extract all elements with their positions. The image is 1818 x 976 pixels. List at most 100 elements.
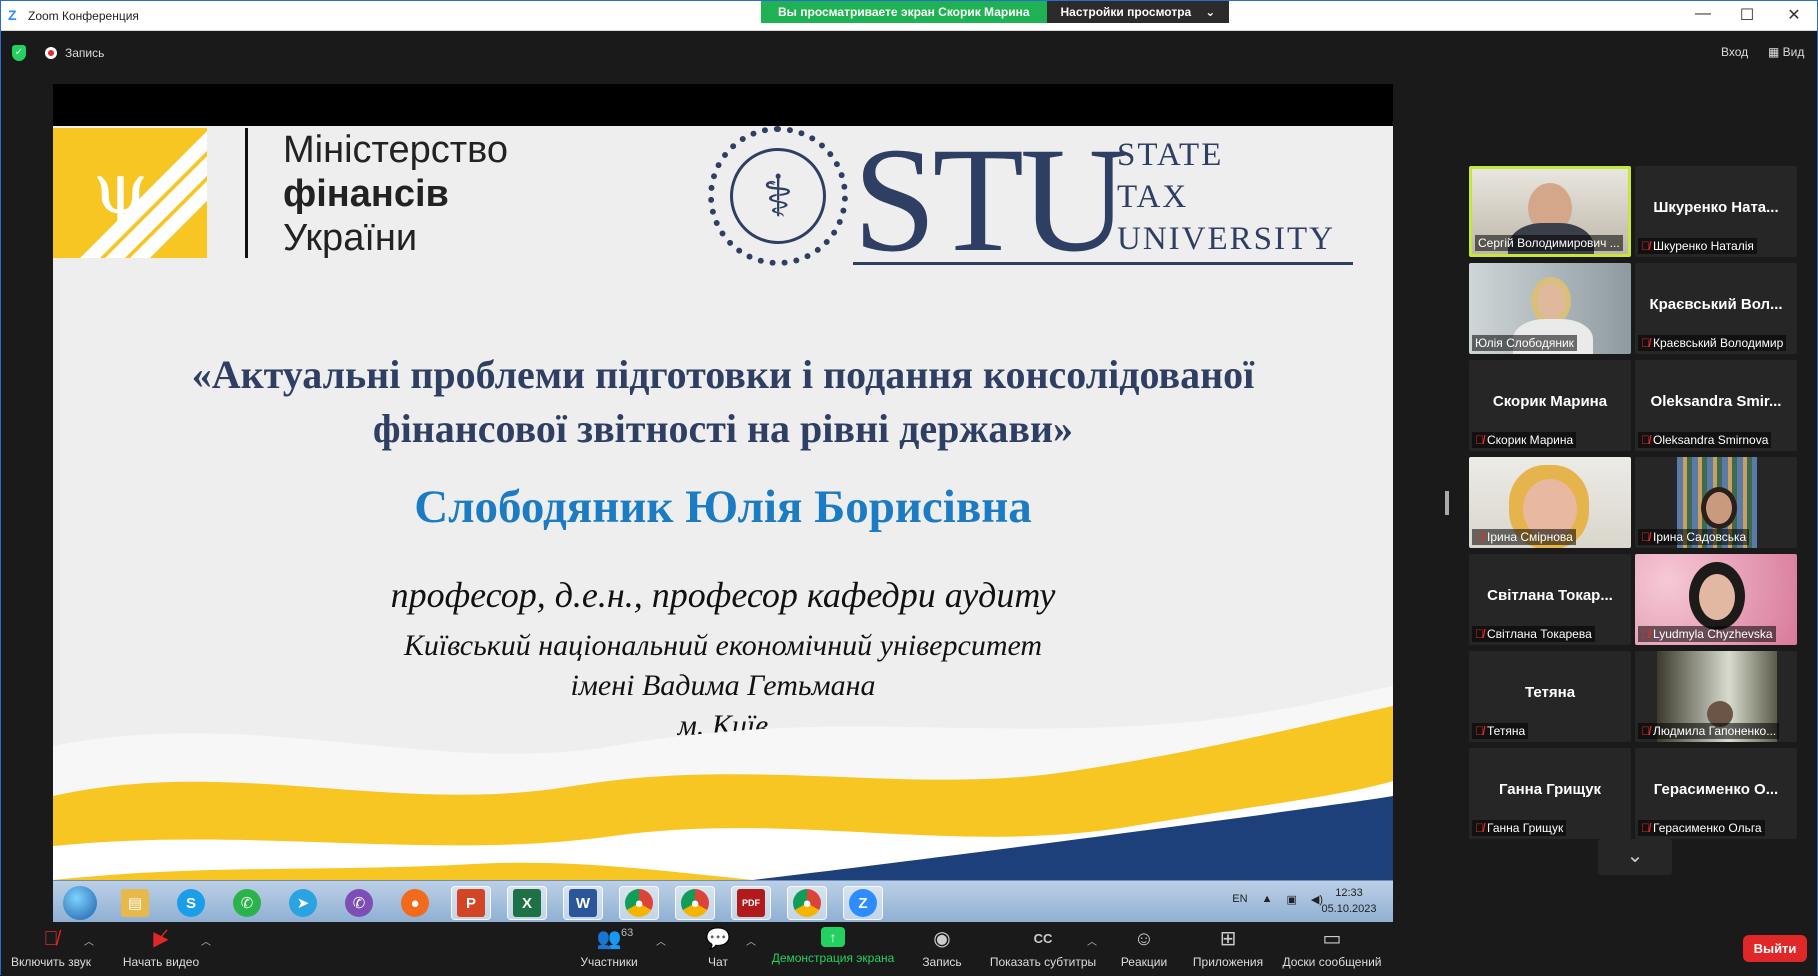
viber-icon: ✆ bbox=[339, 886, 379, 920]
participant-name: Юлія Слободяник bbox=[1472, 335, 1577, 351]
apps-icon: ⊞ bbox=[1219, 928, 1237, 950]
ukraine-emblem-logo: ψ bbox=[53, 128, 207, 258]
participant-label: 🎙̸ Людмила Гапоненко... bbox=[1638, 723, 1780, 739]
reactions-button[interactable]: ☺ Реакции bbox=[1115, 927, 1173, 969]
start-video-label: Начать видео bbox=[122, 955, 200, 969]
view-button[interactable]: ▦ Вид bbox=[1768, 45, 1804, 59]
participant-tile[interactable]: 🎙̸ Lyudmyla Chyzhevska bbox=[1635, 554, 1797, 645]
trident-icon: ψ bbox=[93, 148, 148, 230]
meeting-toolbar: 🎙̸ Включить звук ︿ ▶̸ Начать видео ︿ 👥 6… bbox=[1, 923, 1817, 976]
excel-icon: X bbox=[507, 886, 547, 920]
participant-display-name: Краєвський Вол... bbox=[1649, 296, 1783, 313]
viewing-share-label: Вы просматриваете экран Скорик Марина bbox=[761, 1, 1047, 23]
participant-name: Ірина Садовська bbox=[1653, 530, 1747, 544]
shared-screen: ψ Міністерство фінансів України ⚕ STU ST… bbox=[53, 84, 1393, 922]
participant-name: Скорик Марина bbox=[1487, 433, 1574, 447]
participant-tile[interactable]: Шкуренко Ната... 🎙̸ Шкуренко Наталія bbox=[1635, 166, 1797, 257]
participants-button[interactable]: 👥 63 Участники bbox=[571, 927, 647, 969]
participant-name: Ганна Грищук bbox=[1487, 821, 1564, 835]
stu-word-state: STATE bbox=[1117, 137, 1224, 173]
zoom-logo-icon: Z bbox=[8, 7, 17, 23]
mic-off-icon: 🎙̸ bbox=[1475, 433, 1484, 447]
speaker-position: професор, д.е.н., професор кафедри аудит… bbox=[390, 575, 1056, 615]
participant-tile[interactable]: Краєвський Вол... 🎙̸ Краєвський Володимир bbox=[1635, 263, 1797, 354]
shared-taskbar: ▤ S ✆ ➤ ✆ ● P X W ● ● PDF ● Z EN ▲ ▣ ◀) … bbox=[53, 880, 1393, 922]
captions-caret-icon[interactable]: ︿ bbox=[1087, 933, 1097, 948]
decorative-waves bbox=[53, 686, 1393, 880]
unmute-button[interactable]: 🎙̸ Включить звук bbox=[9, 927, 93, 969]
view-label: Вид bbox=[1782, 45, 1805, 59]
participant-display-name: Скорик Марина bbox=[1492, 393, 1608, 410]
participant-tile[interactable]: Сергій Володимирович ... bbox=[1469, 166, 1631, 257]
chat-button[interactable]: 💬 Чат bbox=[695, 927, 741, 969]
close-button[interactable]: ✕ bbox=[1784, 5, 1804, 25]
stu-words: STATE TAX UNIVERSITY bbox=[1117, 134, 1335, 260]
audio-options-caret-icon[interactable]: ︿ bbox=[84, 933, 94, 948]
presentation-slide: ψ Міністерство фінансів України ⚕ STU ST… bbox=[53, 126, 1393, 880]
skype-icon: S bbox=[171, 886, 211, 920]
mic-off-icon: 🎙̸ bbox=[1641, 821, 1650, 835]
participant-tile[interactable]: Юлія Слободяник bbox=[1469, 263, 1631, 354]
meeting-top-bar: ✓ Запись Вход ▦ Вид bbox=[1, 31, 1817, 75]
minimize-button[interactable]: — bbox=[1693, 5, 1713, 23]
chevron-down-icon: ⌄ bbox=[1626, 845, 1644, 867]
view-settings-button[interactable]: Настройки просмотра ⌄ bbox=[1046, 1, 1230, 23]
participant-label: 🎙̸ Скорик Марина bbox=[1472, 432, 1577, 448]
chrome-icon: ● bbox=[619, 886, 659, 920]
participant-display-name: Тетяна bbox=[1524, 684, 1576, 701]
video-options-caret-icon[interactable]: ︿ bbox=[201, 933, 211, 948]
participant-display-name: Шкуренко Ната... bbox=[1653, 199, 1779, 216]
participant-tile[interactable]: Герасименко О... 🎙̸ Герасименко Ольга bbox=[1635, 748, 1797, 839]
recording-label[interactable]: Запись bbox=[65, 46, 104, 60]
chrome-profile-icon: ● bbox=[675, 886, 715, 920]
participant-tile[interactable]: Скорик Марина 🎙̸ Скорик Марина bbox=[1469, 360, 1631, 451]
chat-caret-icon[interactable]: ︿ bbox=[746, 933, 756, 948]
mic-off-icon: 🎙̸ bbox=[1475, 627, 1484, 641]
explorer-icon: ▤ bbox=[115, 886, 155, 920]
mic-off-icon: 🎙̸ bbox=[1641, 724, 1650, 738]
splitter-handle[interactable] bbox=[1445, 491, 1449, 515]
leave-button[interactable]: Выйти bbox=[1743, 935, 1807, 962]
mic-off-icon: 🎙̸ bbox=[1641, 627, 1650, 641]
whiteboards-button[interactable]: ▭ Доски сообщений bbox=[1281, 927, 1383, 969]
start-video-button[interactable]: ▶̸ Начать видео bbox=[119, 927, 203, 969]
whatsapp-icon: ✆ bbox=[227, 886, 267, 920]
slide-title-line-2: фінансової звітності на рівні держави» bbox=[372, 406, 1074, 451]
stu-word-university: UNIVERSITY bbox=[1117, 221, 1335, 257]
record-button[interactable]: ◉ Запись bbox=[913, 927, 971, 969]
reactions-icon: ☺ bbox=[1133, 928, 1155, 950]
participant-tile[interactable]: Тетяна 🎙̸ Тетяна bbox=[1469, 651, 1631, 742]
participant-label: 🎙̸ Світлана Токарева bbox=[1472, 626, 1595, 642]
participant-tile[interactable]: 🎙̸ Ірина Садовська bbox=[1635, 457, 1797, 548]
reactions-label: Реакции bbox=[1120, 955, 1168, 969]
chat-icon: 💬 bbox=[705, 928, 731, 950]
participant-tile[interactable]: Світлана Токар... 🎙̸ Світлана Токарева bbox=[1469, 554, 1631, 645]
participant-label: 🎙̸ Ірина Смірнова bbox=[1472, 529, 1576, 545]
security-shield-icon[interactable]: ✓ bbox=[12, 45, 26, 61]
mic-off-icon: 🎙̸ bbox=[1641, 530, 1650, 544]
zoom-window: Z Zoom Конференция Вы просматриваете экр… bbox=[0, 0, 1818, 976]
share-screen-icon: ↑ bbox=[821, 927, 845, 947]
maximize-button[interactable]: ☐ bbox=[1737, 5, 1757, 25]
captions-button[interactable]: CC Показать субтитры bbox=[987, 927, 1099, 969]
participant-tile[interactable]: 🎙̸ Ірина Смірнова bbox=[1469, 457, 1631, 548]
title-bar: Z Zoom Конференция Вы просматриваете экр… bbox=[1, 1, 1817, 31]
participants-caret-icon[interactable]: ︿ bbox=[656, 933, 666, 948]
stu-word-tax: TAX bbox=[1117, 179, 1189, 215]
app-title: Zoom Конференция bbox=[28, 9, 139, 23]
share-screen-button[interactable]: ↑ Демонстрация экрана bbox=[769, 927, 897, 965]
exit-button[interactable]: Вход bbox=[1721, 45, 1748, 59]
language-indicator: EN bbox=[1232, 893, 1248, 905]
participant-tile[interactable]: 🎙̸ Людмила Гапоненко... bbox=[1635, 651, 1797, 742]
camera-off-icon: ▶̸ bbox=[153, 928, 169, 950]
participant-label: 🎙̸ Тетяна bbox=[1472, 723, 1529, 739]
ministry-logo-text: Міністерство фінансів України bbox=[283, 128, 508, 260]
participant-name: Герасименко Ольга bbox=[1653, 821, 1762, 835]
participant-tile[interactable]: Oleksandra Smir... 🎙̸ Oleksandra Smirnova bbox=[1635, 360, 1797, 451]
apps-button[interactable]: ⊞ Приложения bbox=[1189, 927, 1267, 969]
gallery-scroll-down-button[interactable]: ⌄ bbox=[1598, 839, 1672, 875]
unmute-label: Включить звук bbox=[10, 955, 92, 969]
participant-tile[interactable]: Ганна Грищук 🎙̸ Ганна Грищук bbox=[1469, 748, 1631, 839]
word-icon: W bbox=[563, 886, 603, 920]
system-tray: EN ▲ ▣ ◀) bbox=[1232, 893, 1323, 906]
